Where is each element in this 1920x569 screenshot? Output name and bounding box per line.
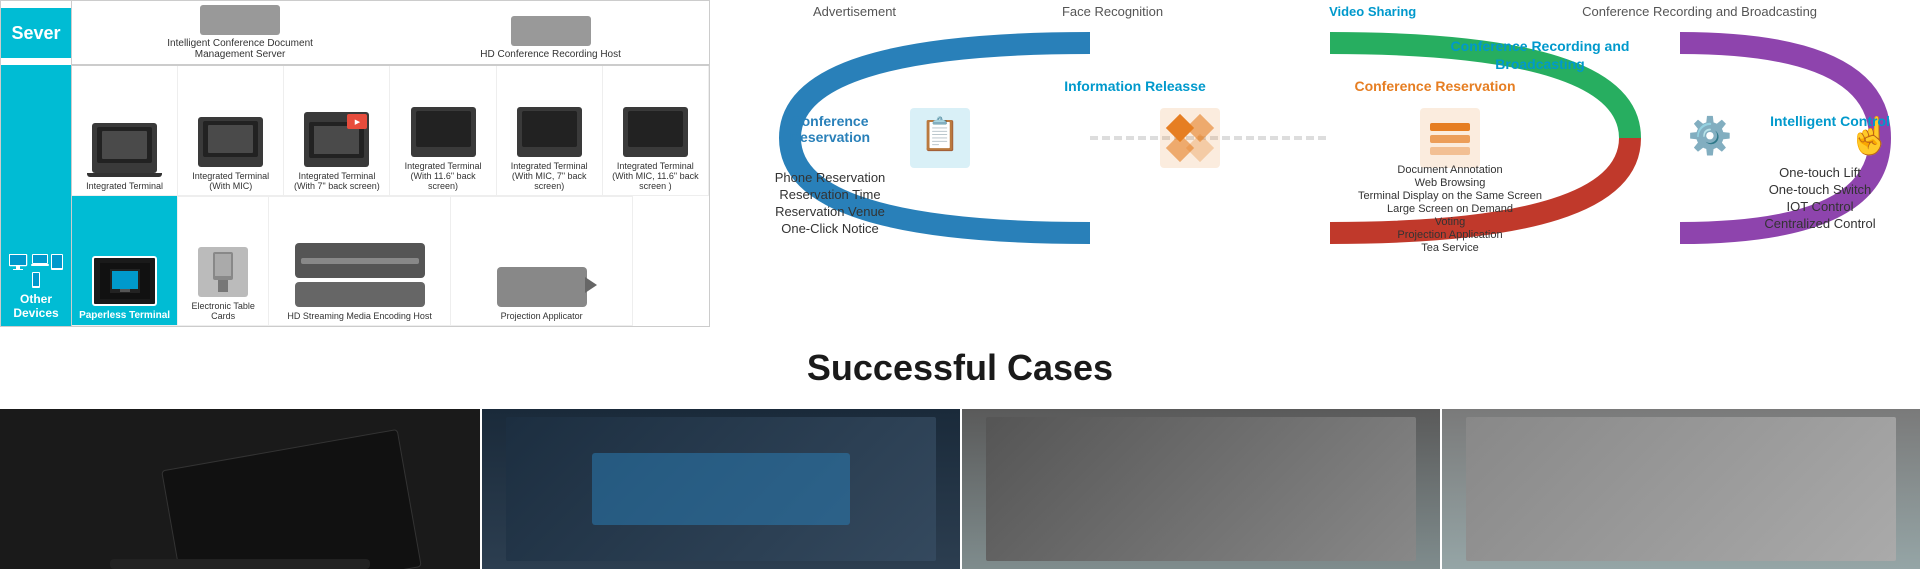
cases-section: Successful Cases: [0, 327, 1920, 399]
devices-grid-row: Other Devices Integrated Terminal: [1, 65, 709, 326]
top-labels-row: Advertisement Face Recognition Video Sha…: [710, 0, 1920, 23]
intelligent-control-label: Intelligent Control: [1740, 113, 1920, 131]
server-row: Sever Intelligent Conference Document Ma…: [1, 1, 709, 65]
tablet-icon: [51, 254, 63, 270]
case-image-left: [0, 409, 480, 569]
video-sharing-label: Video Sharing: [1329, 4, 1416, 19]
conf-rec-label: Conference Recording and Broadcasting: [1582, 4, 1817, 19]
case-photo-2: [960, 409, 1440, 569]
intelligent-items: One-touch Lift One-touch Switch IOT Cont…: [1730, 163, 1910, 233]
laptop-icon: [31, 254, 49, 268]
conf-reservation-right: Conference Reservation: [1350, 78, 1520, 96]
paperless-terminal: Paperless Terminal: [72, 196, 178, 326]
monitor-icon: [9, 254, 29, 270]
info-release-label: Information Releasse: [1060, 78, 1210, 96]
server-label: Sever: [1, 8, 71, 58]
server-item-1: Intelligent Conference Document Manageme…: [160, 5, 320, 60]
screen-icon: [110, 269, 140, 293]
terminal-4: Integrated Terminal (With 11.6" back scr…: [390, 66, 496, 196]
devices-panel: Sever Intelligent Conference Document Ma…: [0, 0, 710, 327]
advert-label: Advertisement: [813, 4, 896, 19]
other-1: Electronic Table Cards: [178, 196, 269, 326]
server-item-2: HD Conference Recording Host: [480, 16, 621, 60]
diagram-area: 📋 ⚙️ ☝️ Conference Rese: [710, 23, 1920, 253]
phone-icon: [32, 272, 40, 288]
diagram-panel: Advertisement Face Recognition Video Sha…: [710, 0, 1920, 327]
svg-text:📋: 📋: [920, 116, 960, 152]
case-photo-1: [480, 409, 960, 569]
conf-reservation-left: Conference Reservation: [750, 113, 910, 145]
terminal-3: ▶ Integrated Terminal (With 7" back scre…: [284, 66, 390, 196]
other-2: HD Streaming Media Encoding Host: [269, 196, 451, 326]
terminal-6: Integrated Terminal (With MIC, 11.6" bac…: [603, 66, 709, 196]
other-devices-label: Other Devices: [1, 65, 71, 326]
conference-items: Document Annotation Web Browsing Termina…: [1330, 163, 1570, 255]
terminal-1: Integrated Terminal: [72, 66, 178, 196]
case-photo-3: [1440, 409, 1920, 569]
cases-title: Successful Cases: [0, 347, 1920, 389]
cases-images: [0, 409, 1920, 569]
face-recog-label: Face Recognition: [1062, 4, 1163, 19]
other-devices-icons: [5, 254, 67, 288]
terminal-5: Integrated Terminal (With MIC, 7" back s…: [497, 66, 603, 196]
table-card-icon: [208, 252, 238, 292]
other-3: Projection Applicator: [451, 196, 633, 326]
server-items: Intelligent Conference Document Manageme…: [71, 1, 709, 65]
reservation-items: Phone Reservation Reservation Time Reser…: [710, 168, 950, 238]
terminal-2: Integrated Terminal (With MIC): [178, 66, 284, 196]
conf-rec-broad-label: Conference Recording and Broadcasting: [1450, 38, 1630, 74]
case-images-right: [480, 409, 1920, 569]
top-section: Sever Intelligent Conference Document Ma…: [0, 0, 1920, 327]
svg-text:⚙️: ⚙️: [1688, 115, 1733, 156]
terminals-grid: Integrated Terminal Integrated Terminal …: [71, 65, 709, 326]
